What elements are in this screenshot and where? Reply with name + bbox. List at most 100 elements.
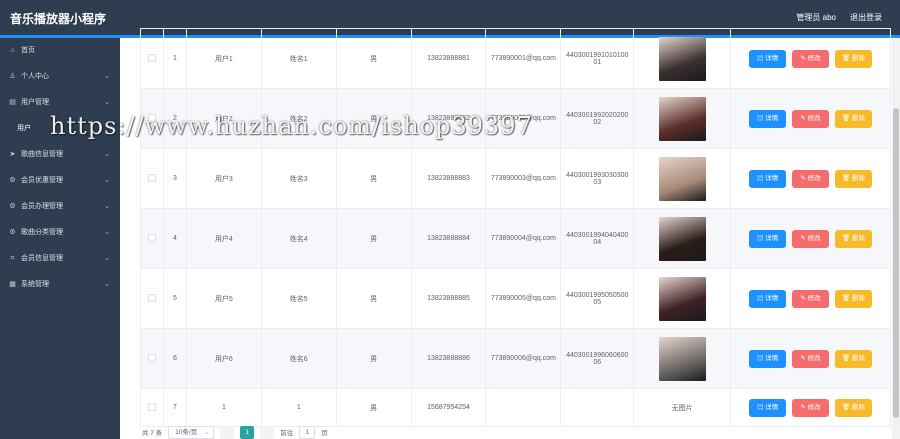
gender-cell: 男: [335, 388, 412, 427]
delete-button[interactable]: 🗑 删除: [835, 109, 872, 128]
page-size-select[interactable]: 10条/页 ⌄: [168, 425, 215, 439]
delete-button[interactable]: 🗑 删除: [835, 229, 872, 248]
email-cell: 773890004@qq.com: [485, 208, 562, 269]
phone-cell: 13823888886: [410, 328, 487, 389]
edit-button[interactable]: ✎ 修改: [792, 229, 830, 248]
sidebar-subitem-user[interactable]: 用户: [0, 116, 120, 142]
phone-cell: 15687954254: [410, 388, 487, 427]
idcard-cell: 440300199505050005: [560, 268, 635, 329]
edit-button[interactable]: ✎ 修改: [792, 289, 830, 308]
row-checkbox[interactable]: [147, 173, 156, 182]
delete-button[interactable]: 🗑 删除: [835, 169, 872, 188]
users-icon: ▤: [9, 99, 16, 106]
sidebar-item-7[interactable]: ⌗ 会员信息管理 ⌄: [0, 246, 120, 272]
delete-button[interactable]: 🗑 删除: [835, 49, 872, 68]
sidebar-menu: ⌂ 首页 ♙ 个人中心 ⌄ ▤ 用户管理 ⌄ 用户 ➤ 歌曲信息管理 ⌄ ⚙ 会员优惠管理 ⌄ ⚙ 会员办理管理…: [0, 38, 120, 439]
sidebar-item-8[interactable]: ▦ 系统管理 ⌄: [0, 272, 120, 298]
chevron-down-icon: ⌄: [104, 255, 110, 262]
phone-cell: 13823888885: [410, 268, 487, 329]
photo-cell: 无图片: [633, 388, 732, 427]
edit-button[interactable]: ✎ 修改: [792, 398, 830, 417]
row-index: 4: [162, 208, 187, 269]
email-cell: 773890002@qq.com: [485, 88, 562, 149]
edit-button[interactable]: ✎ 修改: [792, 349, 830, 368]
sidebar-item-label: 会员办理管理: [21, 203, 63, 210]
goto-page-input[interactable]: 1: [299, 425, 316, 439]
table-row: 3 用户3 姓名3 男 13823888883 773890003@qq.com…: [140, 148, 891, 209]
sidebar-item-label: 会员优惠管理: [21, 177, 63, 184]
account-cell: 用户5: [185, 268, 262, 329]
detail-button[interactable]: ▤ 详情: [749, 109, 787, 128]
sidebar-item-1[interactable]: ♙ 个人中心 ⌄: [0, 64, 120, 90]
account-cell: 用户1: [185, 28, 262, 89]
row-index: 5: [162, 268, 187, 329]
vertical-scrollbar[interactable]: [892, 38, 900, 439]
detail-button[interactable]: ▤ 详情: [749, 289, 787, 308]
next-page-button[interactable]: ›: [260, 425, 275, 439]
edit-button[interactable]: ✎ 修改: [792, 49, 830, 68]
delete-button[interactable]: 🗑 删除: [835, 398, 872, 417]
name-cell: 姓名3: [260, 148, 337, 209]
detail-button[interactable]: ▤ 详情: [749, 349, 787, 368]
chevron-down-icon: ⌄: [104, 281, 110, 288]
row-checkbox[interactable]: [147, 402, 156, 411]
actions-cell: ▤ 详情 ✎ 修改 🗑 删除: [730, 88, 891, 149]
idcard-cell: 440300199101010001: [560, 28, 635, 89]
row-index: 6: [162, 328, 187, 389]
detail-button[interactable]: ▤ 详情: [749, 229, 787, 248]
system-icon: ▦: [9, 281, 16, 288]
phone-cell: 13823888882: [410, 88, 487, 149]
detail-button[interactable]: ▤ 详情: [749, 49, 787, 68]
admin-user-label: 管理员 abo: [796, 13, 836, 22]
user-photo: [658, 156, 706, 201]
sidebar-item-label: 系统管理: [21, 281, 49, 288]
row-checkbox[interactable]: [147, 113, 156, 122]
delete-button[interactable]: 🗑 删除: [835, 349, 872, 368]
row-index: 2: [162, 88, 187, 149]
logout-link[interactable]: 退出登录: [850, 12, 882, 23]
sidebar-item-4[interactable]: ⚙ 会员优惠管理 ⌄: [0, 168, 120, 194]
sidebar-item-0[interactable]: ⌂ 首页: [0, 38, 120, 64]
edit-button[interactable]: ✎ 修改: [792, 109, 830, 128]
detail-button[interactable]: ▤ 详情: [749, 169, 787, 188]
row-checkbox[interactable]: [147, 293, 156, 302]
chevron-down-icon: ⌄: [203, 428, 210, 436]
sidebar-item-5[interactable]: ⚙ 会员办理管理 ⌄: [0, 194, 120, 220]
row-checkbox[interactable]: [147, 53, 156, 62]
sidebar-item-label: 首页: [21, 47, 35, 54]
sidebar-item-3[interactable]: ➤ 歌曲信息管理 ⌄: [0, 142, 120, 168]
person-icon: ♙: [9, 73, 16, 80]
row-checkbox[interactable]: [147, 353, 156, 362]
row-checkbox[interactable]: [147, 233, 156, 242]
photo-cell: [633, 328, 732, 389]
scrollbar-thumb[interactable]: [893, 108, 899, 418]
name-cell: 姓名2: [260, 88, 337, 149]
actions-cell: ▤ 详情 ✎ 修改 🗑 删除: [730, 328, 891, 389]
account-cell: 用户2: [185, 88, 262, 149]
prev-page-button[interactable]: ‹: [220, 425, 235, 439]
gender-cell: 男: [335, 328, 412, 389]
user-table: 1 用户1 姓名1 男 13823888881 773890001@qq.com…: [140, 28, 891, 427]
detail-button[interactable]: ▤ 详情: [749, 398, 787, 417]
email-cell: 773890005@qq.com: [485, 268, 562, 329]
name-cell: 1: [260, 388, 337, 427]
sidebar-item-2[interactable]: ▤ 用户管理 ⌄: [0, 90, 120, 116]
sidebar-item-label: 个人中心: [21, 73, 49, 80]
idcard-cell: 440300199404040004: [560, 208, 635, 269]
table-row: 2 用户2 姓名2 男 13823888882 773890002@qq.com…: [140, 88, 891, 149]
table-row: 5 用户5 姓名5 男 13823888885 773890005@qq.com…: [140, 268, 891, 329]
idcard-cell: [560, 388, 635, 427]
chevron-down-icon: ⌄: [104, 177, 110, 184]
edit-button[interactable]: ✎ 修改: [792, 169, 830, 188]
actions-cell: ▤ 详情 ✎ 修改 🗑 删除: [730, 388, 891, 427]
sidebar-item-6[interactable]: ⚙ 歌曲分类管理 ⌄: [0, 220, 120, 246]
user-photo: [658, 96, 706, 141]
card-icon: ⚙: [9, 203, 16, 210]
gender-cell: 男: [335, 88, 412, 149]
delete-button[interactable]: 🗑 删除: [835, 289, 872, 308]
user-photo: [658, 276, 706, 321]
idcard-cell: 440300199303030003: [560, 148, 635, 209]
chevron-down-icon: ⌄: [104, 99, 110, 106]
page-number-current[interactable]: 1: [240, 425, 255, 439]
user-photo: [658, 36, 706, 81]
